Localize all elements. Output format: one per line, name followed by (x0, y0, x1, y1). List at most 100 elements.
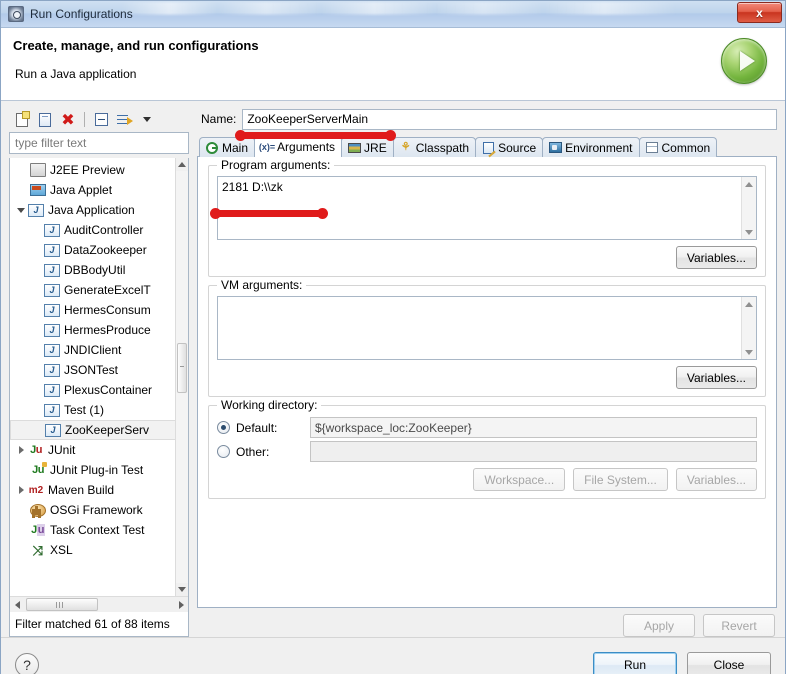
program-args-variables-button[interactable]: Variables... (675, 246, 757, 269)
close-button[interactable]: Close (687, 652, 771, 674)
tree-item-label: HermesConsum (64, 303, 151, 317)
workspace-button[interactable]: Workspace... (473, 468, 566, 491)
working-directory-default-input (310, 417, 757, 438)
scroll-up-arrow-icon[interactable] (742, 177, 756, 191)
junit-icon: Ju (30, 444, 42, 456)
java-launch-icon: J (44, 403, 60, 417)
tree-item[interactable]: ⤨ XSL (10, 540, 178, 560)
chevron-down-icon (143, 117, 151, 122)
filter-configurations-button[interactable] (114, 110, 134, 130)
tree-vertical-scrollbar[interactable] (175, 158, 188, 596)
classpath-tab-icon: ⚘ (400, 141, 411, 153)
tree-item[interactable]: J HermesProduce (10, 320, 178, 340)
tab-environment[interactable]: Environment (542, 137, 640, 157)
scroll-right-arrow-icon[interactable] (174, 597, 188, 612)
xsl-icon: ⤨ (32, 542, 44, 558)
vm-args-scrollbar[interactable] (741, 297, 756, 359)
configuration-name-input[interactable] (242, 108, 777, 130)
tree-item[interactable]: Ju JUnit (10, 440, 178, 460)
tree-item[interactable]: J JNDIClient (10, 340, 178, 360)
filter-input[interactable] (9, 132, 189, 154)
tree-item[interactable]: Ju JUnit Plug-in Test (10, 460, 178, 480)
help-button[interactable]: ? (15, 653, 39, 674)
tree-item[interactable]: OSGi Framework (10, 500, 178, 520)
vm-arguments-input[interactable] (218, 297, 741, 359)
working-directory-other-input[interactable] (310, 441, 757, 462)
tree-item[interactable]: J AuditController (10, 220, 178, 240)
tree-item[interactable]: J Test (1) (10, 400, 178, 420)
common-tab-icon (645, 142, 658, 153)
filter-icon (116, 113, 133, 127)
horizontal-scroll-thumb[interactable] (26, 598, 98, 611)
green-run-play-icon (721, 38, 767, 84)
tree-item-label: Test (1) (64, 403, 105, 417)
tab-arguments[interactable]: (x)= Arguments (254, 136, 343, 157)
tab-common[interactable]: Common (638, 137, 718, 157)
java-launch-icon: J (44, 263, 60, 277)
source-tab-icon-wrap (481, 141, 495, 155)
working-directory-button-row: Workspace... File System... Variables... (217, 468, 757, 491)
tree-item[interactable]: J DBBodyUtil (10, 260, 178, 280)
tree-item-label: Java Applet (50, 183, 113, 197)
tab-classpath[interactable]: ⚘ Classpath (392, 137, 477, 157)
scroll-down-arrow-icon[interactable] (742, 225, 756, 239)
program-arguments-input[interactable] (218, 177, 741, 239)
tree-item-label: AuditController (64, 223, 144, 237)
header-banner: Create, manage, and run configurations R… (1, 28, 785, 101)
program-args-scrollbar[interactable] (741, 177, 756, 239)
tree-item[interactable]: J GenerateExcelT (10, 280, 178, 300)
vm-arguments-group: VM arguments: Variables... (208, 278, 766, 397)
tree-item-label: JUnit (48, 443, 76, 457)
filter-status-label: Filter matched 61 of 88 items (10, 612, 188, 636)
tree-horizontal-scrollbar[interactable] (10, 596, 188, 612)
scroll-up-arrow-icon[interactable] (742, 297, 756, 311)
tree-item[interactable]: J DataZookeeper (10, 240, 178, 260)
scroll-down-arrow-icon[interactable] (742, 345, 756, 359)
tab-jre[interactable]: JRE (341, 137, 394, 157)
page-title: Create, manage, and run configurations (13, 38, 259, 53)
tree-twisty-expanded-icon[interactable] (14, 202, 28, 218)
tree-item[interactable]: Java Applet (10, 180, 178, 200)
main-tab-icon-wrap (205, 141, 219, 155)
new-configuration-button[interactable] (12, 110, 32, 130)
java-launch-icon: J (44, 303, 60, 317)
toolbar-menu-button[interactable] (137, 110, 157, 130)
working-directory-other-row: Other: (217, 441, 757, 462)
java-launch-icon: J (44, 323, 60, 337)
scroll-up-arrow-icon[interactable] (176, 158, 188, 171)
apply-button[interactable]: Apply (623, 614, 695, 637)
vertical-scroll-thumb[interactable] (177, 343, 187, 393)
delete-configuration-button[interactable]: ✖ (58, 110, 78, 130)
tree-item[interactable]: J PlexusContainer (10, 380, 178, 400)
java-launch-icon: J (44, 223, 60, 237)
file-system-button[interactable]: File System... (573, 468, 668, 491)
java-launch-icon: J (44, 283, 60, 297)
tree-item-label: Java Application (48, 203, 135, 217)
working-directory-variables-button[interactable]: Variables... (675, 468, 757, 491)
tree-item[interactable]: m2 Maven Build (10, 480, 178, 500)
scroll-left-arrow-icon[interactable] (10, 597, 24, 612)
vm-args-variables-button[interactable]: Variables... (675, 366, 757, 389)
close-window-button[interactable]: x (737, 2, 782, 23)
run-button[interactable]: Run (593, 652, 677, 674)
tab-source[interactable]: Source (475, 137, 544, 157)
revert-button[interactable]: Revert (703, 614, 775, 637)
name-label: Name: (201, 112, 237, 126)
working-directory-default-radio[interactable] (217, 421, 230, 434)
tree-twisty-collapsed-icon[interactable] (14, 442, 28, 458)
duplicate-configuration-button[interactable] (35, 110, 55, 130)
new-document-icon (16, 110, 30, 127)
tree-item[interactable]: Ju Task Context Test (10, 520, 178, 540)
tree-item[interactable]: J2EE Preview (10, 160, 178, 180)
tree-item[interactable]: J Java Application (10, 200, 178, 220)
tree-item[interactable]: J HermesConsum (10, 300, 178, 320)
tree-item[interactable]: J ZooKeeperServ (10, 420, 178, 440)
tree-twisty-collapsed-icon[interactable] (14, 482, 28, 498)
collapse-all-button[interactable] (91, 110, 111, 130)
tree-item[interactable]: J JSONTest (10, 360, 178, 380)
scroll-down-arrow-icon[interactable] (176, 583, 188, 596)
window-title: Run Configurations (30, 7, 133, 21)
tree-item-label: Maven Build (48, 483, 115, 497)
working-directory-other-radio[interactable] (217, 445, 230, 458)
tab-main[interactable]: Main (199, 137, 256, 157)
